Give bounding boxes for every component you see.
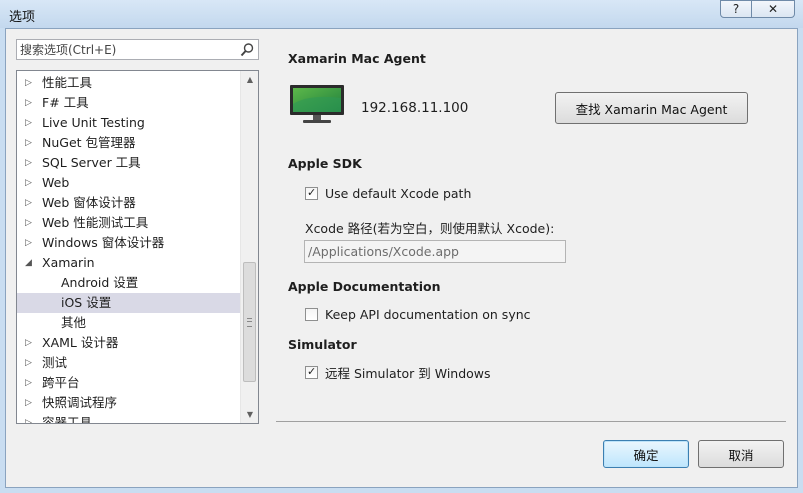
collapsed-arrow-icon[interactable]: ▷ bbox=[25, 113, 35, 133]
tree-item-label: SQL Server 工具 bbox=[42, 155, 141, 170]
options-tree: ▷ 性能工具 ▷ F# 工具 ▷ Live Unit Testing ▷ NuGet 包管理器… bbox=[16, 70, 259, 424]
collapsed-arrow-icon[interactable]: ▷ bbox=[25, 133, 35, 153]
xcode-path-field[interactable] bbox=[304, 240, 566, 263]
tree-item-label: Web 窗体设计器 bbox=[42, 195, 136, 210]
find-mac-agent-button[interactable]: 查找 Xamarin Mac Agent bbox=[555, 92, 748, 124]
tree-item-label: F# 工具 bbox=[42, 95, 89, 110]
options-dialog: ▷ 性能工具 ▷ F# 工具 ▷ Live Unit Testing ▷ NuGet 包管理器… bbox=[5, 28, 798, 488]
checkmark-icon: ✓ bbox=[307, 185, 317, 199]
tree-child-item[interactable]: iOS 设置 bbox=[17, 293, 240, 313]
xcode-path-input[interactable] bbox=[308, 244, 558, 259]
tree-child-item[interactable]: 其他 bbox=[17, 313, 240, 333]
tree-item[interactable]: ▷ 容器工具 bbox=[17, 413, 240, 424]
tree-item-label: NuGet 包管理器 bbox=[42, 135, 136, 150]
tree-list: ▷ 性能工具 ▷ F# 工具 ▷ Live Unit Testing ▷ NuGet 包管理器… bbox=[17, 73, 240, 424]
collapsed-arrow-icon[interactable]: ▷ bbox=[25, 193, 35, 213]
scroll-down-icon[interactable]: ▼ bbox=[241, 406, 258, 423]
tree-item-label: Live Unit Testing bbox=[42, 115, 145, 130]
remote-simulator-label: 远程 Simulator 到 Windows bbox=[325, 365, 491, 381]
window-title: 选项 bbox=[9, 10, 36, 25]
tree-item[interactable]: ▷ Live Unit Testing bbox=[17, 113, 240, 133]
tree-item[interactable]: ▷ 快照调试程序 bbox=[17, 393, 240, 413]
scroll-thumb[interactable] bbox=[243, 262, 256, 382]
use-default-xcode-label: Use default Xcode path bbox=[325, 185, 472, 201]
tree-scrollbar[interactable]: ▲ ▼ bbox=[240, 71, 258, 423]
collapsed-arrow-icon[interactable]: ▷ bbox=[25, 233, 35, 253]
collapsed-arrow-icon[interactable]: ▷ bbox=[25, 153, 35, 173]
tree-item-label: 其他 bbox=[61, 315, 87, 330]
tree-item-label: 性能工具 bbox=[42, 75, 93, 90]
apple-docs-heading: Apple Documentation bbox=[288, 279, 441, 294]
expanded-arrow-icon[interactable]: ◢ bbox=[25, 253, 35, 273]
grip-icon bbox=[247, 318, 252, 327]
collapsed-arrow-icon[interactable]: ▷ bbox=[25, 93, 35, 113]
scroll-up-icon[interactable]: ▲ bbox=[241, 71, 258, 88]
tree-item-label: 跨平台 bbox=[42, 375, 80, 390]
tree-item[interactable]: ▷ Windows 窗体设计器 bbox=[17, 233, 240, 253]
mac-agent-heading: Xamarin Mac Agent bbox=[288, 51, 426, 66]
search-box[interactable] bbox=[16, 39, 259, 60]
apple-sdk-heading: Apple SDK bbox=[288, 156, 362, 171]
tree-item-label: Android 设置 bbox=[61, 275, 139, 290]
cancel-button[interactable]: 取消 bbox=[698, 440, 784, 468]
tree-item-label: 快照调试程序 bbox=[42, 395, 118, 410]
tree-item[interactable]: ▷ SQL Server 工具 bbox=[17, 153, 240, 173]
tree-item-label: Web bbox=[42, 175, 70, 190]
close-button[interactable]: ✕ bbox=[751, 0, 795, 18]
tree-item[interactable]: ▷ Web bbox=[17, 173, 240, 193]
title-bar: 选项 ? ✕ bbox=[0, 0, 803, 28]
tree-item-label: iOS 设置 bbox=[61, 295, 112, 310]
tree-item-label: Xamarin bbox=[42, 255, 95, 270]
tree-item-label: Windows 窗体设计器 bbox=[42, 235, 165, 250]
collapsed-arrow-icon[interactable]: ▷ bbox=[25, 73, 35, 93]
mac-agent-ip: 192.168.11.100 bbox=[361, 100, 469, 116]
tree-item-label: Web 性能测试工具 bbox=[42, 215, 149, 230]
help-button[interactable]: ? bbox=[720, 0, 752, 18]
collapsed-arrow-icon[interactable]: ▷ bbox=[25, 413, 35, 423]
tree-item-label: 测试 bbox=[42, 355, 68, 370]
keep-docs-sync-checkbox[interactable] bbox=[305, 307, 318, 321]
keep-docs-sync-label: Keep API documentation on sync bbox=[325, 306, 531, 322]
keep-docs-sync-row[interactable]: Keep API documentation on sync bbox=[305, 306, 531, 322]
tree-item[interactable]: ▷ Web 性能测试工具 bbox=[17, 213, 240, 233]
tree-item-label: XAML 设计器 bbox=[42, 335, 119, 350]
tree-item[interactable]: ▷ 跨平台 bbox=[17, 373, 240, 393]
use-default-xcode-row[interactable]: ✓ Use default Xcode path bbox=[305, 185, 471, 201]
tree-item[interactable]: ◢ Xamarin bbox=[17, 253, 240, 273]
use-default-xcode-checkbox[interactable]: ✓ bbox=[305, 185, 318, 200]
collapsed-arrow-icon[interactable]: ▷ bbox=[25, 353, 35, 373]
tree-item[interactable]: ▷ NuGet 包管理器 bbox=[17, 133, 240, 153]
search-icon[interactable] bbox=[239, 42, 255, 58]
tree-child-item[interactable]: Android 设置 bbox=[17, 273, 240, 293]
remote-simulator-checkbox[interactable]: ✓ bbox=[305, 364, 318, 379]
tree-item[interactable]: ▷ F# 工具 bbox=[17, 93, 240, 113]
xcode-path-label: Xcode 路径(若为空白，则使用默认 Xcode): bbox=[305, 221, 555, 236]
search-input[interactable] bbox=[20, 42, 230, 57]
simulator-heading: Simulator bbox=[288, 337, 357, 352]
collapsed-arrow-icon[interactable]: ▷ bbox=[25, 373, 35, 393]
remote-simulator-row[interactable]: ✓ 远程 Simulator 到 Windows bbox=[305, 364, 491, 381]
collapsed-arrow-icon[interactable]: ▷ bbox=[25, 173, 35, 193]
collapsed-arrow-icon[interactable]: ▷ bbox=[25, 333, 35, 353]
tree-item[interactable]: ▷ 测试 bbox=[17, 353, 240, 373]
tree-item-label: 容器工具 bbox=[42, 415, 93, 424]
ok-button[interactable]: 确定 bbox=[603, 440, 689, 468]
footer-divider bbox=[276, 421, 786, 422]
tree-item[interactable]: ▷ XAML 设计器 bbox=[17, 333, 240, 353]
collapsed-arrow-icon[interactable]: ▷ bbox=[25, 393, 35, 413]
monitor-icon bbox=[290, 85, 344, 123]
tree-item[interactable]: ▷ Web 窗体设计器 bbox=[17, 193, 240, 213]
collapsed-arrow-icon[interactable]: ▷ bbox=[25, 213, 35, 233]
tree-item[interactable]: ▷ 性能工具 bbox=[17, 73, 240, 93]
checkmark-icon: ✓ bbox=[307, 364, 317, 378]
